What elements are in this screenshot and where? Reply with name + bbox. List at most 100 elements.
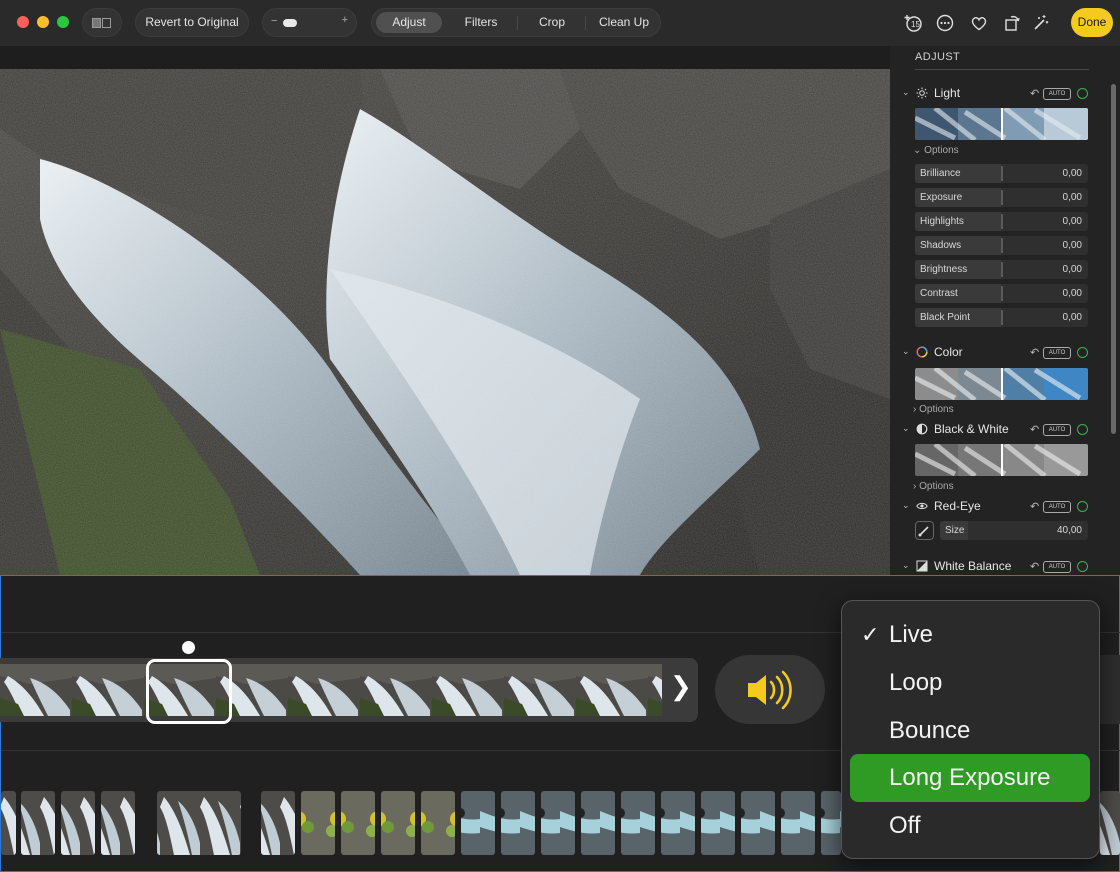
- black-white-section-header[interactable]: ⌄ Black & White: [902, 422, 1102, 438]
- slider-label: Black Point: [920, 312, 971, 323]
- red-eye-section-header[interactable]: ⌄ Red-Eye: [902, 499, 1102, 515]
- light-section-header[interactable]: ⌄ Light: [902, 86, 1102, 102]
- undo-icon[interactable]: ↶: [1030, 423, 1039, 436]
- edit-mode-tabs: Adjust Filters Crop Clean Up: [371, 8, 661, 37]
- options-disclosure[interactable]: › Options: [913, 404, 954, 415]
- color-circle-icon: [916, 346, 928, 358]
- chevron-down-icon[interactable]: ⌄: [902, 87, 910, 98]
- red-eye-brush-button[interactable]: [915, 521, 934, 540]
- menu-item-loop[interactable]: Loop: [850, 659, 1090, 707]
- zoom-out-icon[interactable]: −: [271, 15, 277, 27]
- divider: [915, 69, 1089, 70]
- slider-black-point[interactable]: Black Point 0,00: [915, 308, 1088, 327]
- options-label: Options: [924, 145, 959, 156]
- white-balance-section-header[interactable]: ⌄ White Balance: [902, 559, 1102, 575]
- chevron-down-icon[interactable]: ⌄: [902, 500, 910, 511]
- slider-center-mark: [1001, 310, 1003, 325]
- zoom-slider[interactable]: − +: [262, 8, 357, 37]
- auto-button[interactable]: AUTO: [1043, 501, 1071, 513]
- chevron-down-icon[interactable]: ⌄: [902, 346, 910, 357]
- panel-scrollbar[interactable]: [1111, 84, 1116, 434]
- slider-brightness[interactable]: Brightness 0,00: [915, 260, 1088, 279]
- section-label: Red-Eye: [934, 499, 981, 513]
- slider-value: 0,00: [1062, 216, 1082, 227]
- rotate-icon[interactable]: [1002, 13, 1022, 33]
- more-icon[interactable]: [935, 13, 955, 33]
- slider-contrast[interactable]: Contrast 0,00: [915, 284, 1088, 303]
- done-button[interactable]: Done: [1071, 8, 1113, 37]
- adjust-panel: ADJUST ⌄ Light ↶ AUTO ⌄ Options Brillian…: [890, 46, 1120, 575]
- photo-canvas[interactable]: [0, 69, 890, 575]
- enable-toggle[interactable]: [1077, 424, 1088, 435]
- options-label: Options: [919, 404, 954, 415]
- brush-icon: [918, 526, 929, 537]
- auto-button[interactable]: AUTO: [1043, 88, 1071, 100]
- slider-value: 0,00: [1062, 168, 1082, 179]
- color-preview-strip[interactable]: [915, 368, 1088, 400]
- enable-toggle[interactable]: [1077, 347, 1088, 358]
- light-preview-strip[interactable]: [915, 108, 1088, 140]
- slider-value: 0,00: [1062, 288, 1082, 299]
- tab-adjust[interactable]: Adjust: [376, 12, 442, 33]
- black-white-preview-strip[interactable]: [915, 444, 1088, 476]
- tab-divider: [585, 16, 586, 30]
- slider-highlights[interactable]: Highlights 0,00: [915, 212, 1088, 231]
- options-disclosure[interactable]: ⌄ Options: [913, 145, 959, 156]
- slider-center-mark: [1001, 238, 1003, 253]
- tab-clean-up[interactable]: Clean Up: [589, 12, 659, 33]
- slider-exposure[interactable]: Exposure 0,00: [915, 188, 1088, 207]
- undo-icon[interactable]: ↶: [1030, 87, 1039, 100]
- key-photo-selector[interactable]: [146, 659, 232, 724]
- auto-button[interactable]: AUTO: [1043, 561, 1071, 573]
- slider-shadows[interactable]: Shadows 0,00: [915, 236, 1088, 255]
- chevron-down-icon[interactable]: ⌄: [902, 423, 910, 434]
- slider-center-mark: [1001, 262, 1003, 277]
- revert-to-original-button[interactable]: Revert to Original: [135, 8, 249, 37]
- undo-icon[interactable]: ↶: [1030, 500, 1039, 513]
- live-audio-button[interactable]: [715, 655, 825, 724]
- enable-toggle[interactable]: [1077, 501, 1088, 512]
- menu-item-long-exposure[interactable]: Long Exposure: [850, 754, 1090, 802]
- menu-item-label: Long Exposure: [889, 764, 1051, 791]
- favorite-heart-icon[interactable]: [969, 13, 989, 33]
- slider-brilliance[interactable]: Brilliance 0,00: [915, 164, 1088, 183]
- extensions-icon[interactable]: 15: [903, 13, 923, 33]
- playhead-handle[interactable]: [182, 641, 195, 654]
- enable-toggle[interactable]: [1077, 561, 1088, 572]
- slider-label: Brilliance: [920, 168, 961, 179]
- tab-divider: [517, 16, 518, 30]
- menu-item-label: Live: [889, 621, 934, 648]
- menu-item-off[interactable]: Off: [850, 802, 1090, 850]
- zoom-slider-knob[interactable]: [283, 19, 297, 27]
- menu-item-label: Bounce: [889, 717, 971, 744]
- live-effect-menu: ✓ Live Loop Bounce Long Exposure Off: [841, 600, 1100, 859]
- toolbar: Revert to Original − + Adjust Filters Cr…: [0, 0, 1120, 46]
- zoom-in-icon[interactable]: +: [342, 14, 348, 26]
- compare-original-button[interactable]: [82, 8, 122, 37]
- auto-button[interactable]: AUTO: [1043, 424, 1071, 436]
- options-disclosure[interactable]: › Options: [913, 481, 954, 492]
- menu-item-bounce[interactable]: Bounce: [850, 707, 1090, 755]
- zoom-window-button[interactable]: [57, 16, 69, 28]
- minimize-window-button[interactable]: [37, 16, 49, 28]
- chevron-down-icon[interactable]: ⌄: [902, 560, 910, 571]
- menu-item-live[interactable]: ✓ Live: [850, 611, 1090, 659]
- enable-toggle[interactable]: [1077, 88, 1088, 99]
- color-section-header[interactable]: ⌄ Color: [902, 345, 1102, 361]
- slider-value: 0,00: [1062, 240, 1082, 251]
- slider-value: 0,00: [1062, 192, 1082, 203]
- undo-icon[interactable]: ↶: [1030, 560, 1039, 573]
- waterfall-photo: [0, 69, 890, 575]
- undo-icon[interactable]: ↶: [1030, 346, 1039, 359]
- tab-filters[interactable]: Filters: [446, 12, 516, 33]
- red-eye-size-slider[interactable]: Size 40,00: [940, 521, 1088, 540]
- chevron-right-icon[interactable]: ❯: [670, 671, 692, 702]
- strip-divider: [1001, 368, 1003, 400]
- slider-value: 0,00: [1062, 312, 1082, 323]
- tab-crop[interactable]: Crop: [522, 12, 582, 33]
- auto-enhance-icon[interactable]: [1031, 13, 1051, 33]
- live-frame-strip[interactable]: ❯: [0, 658, 698, 722]
- speaker-icon: [748, 670, 792, 710]
- close-window-button[interactable]: [17, 16, 29, 28]
- auto-button[interactable]: AUTO: [1043, 347, 1071, 359]
